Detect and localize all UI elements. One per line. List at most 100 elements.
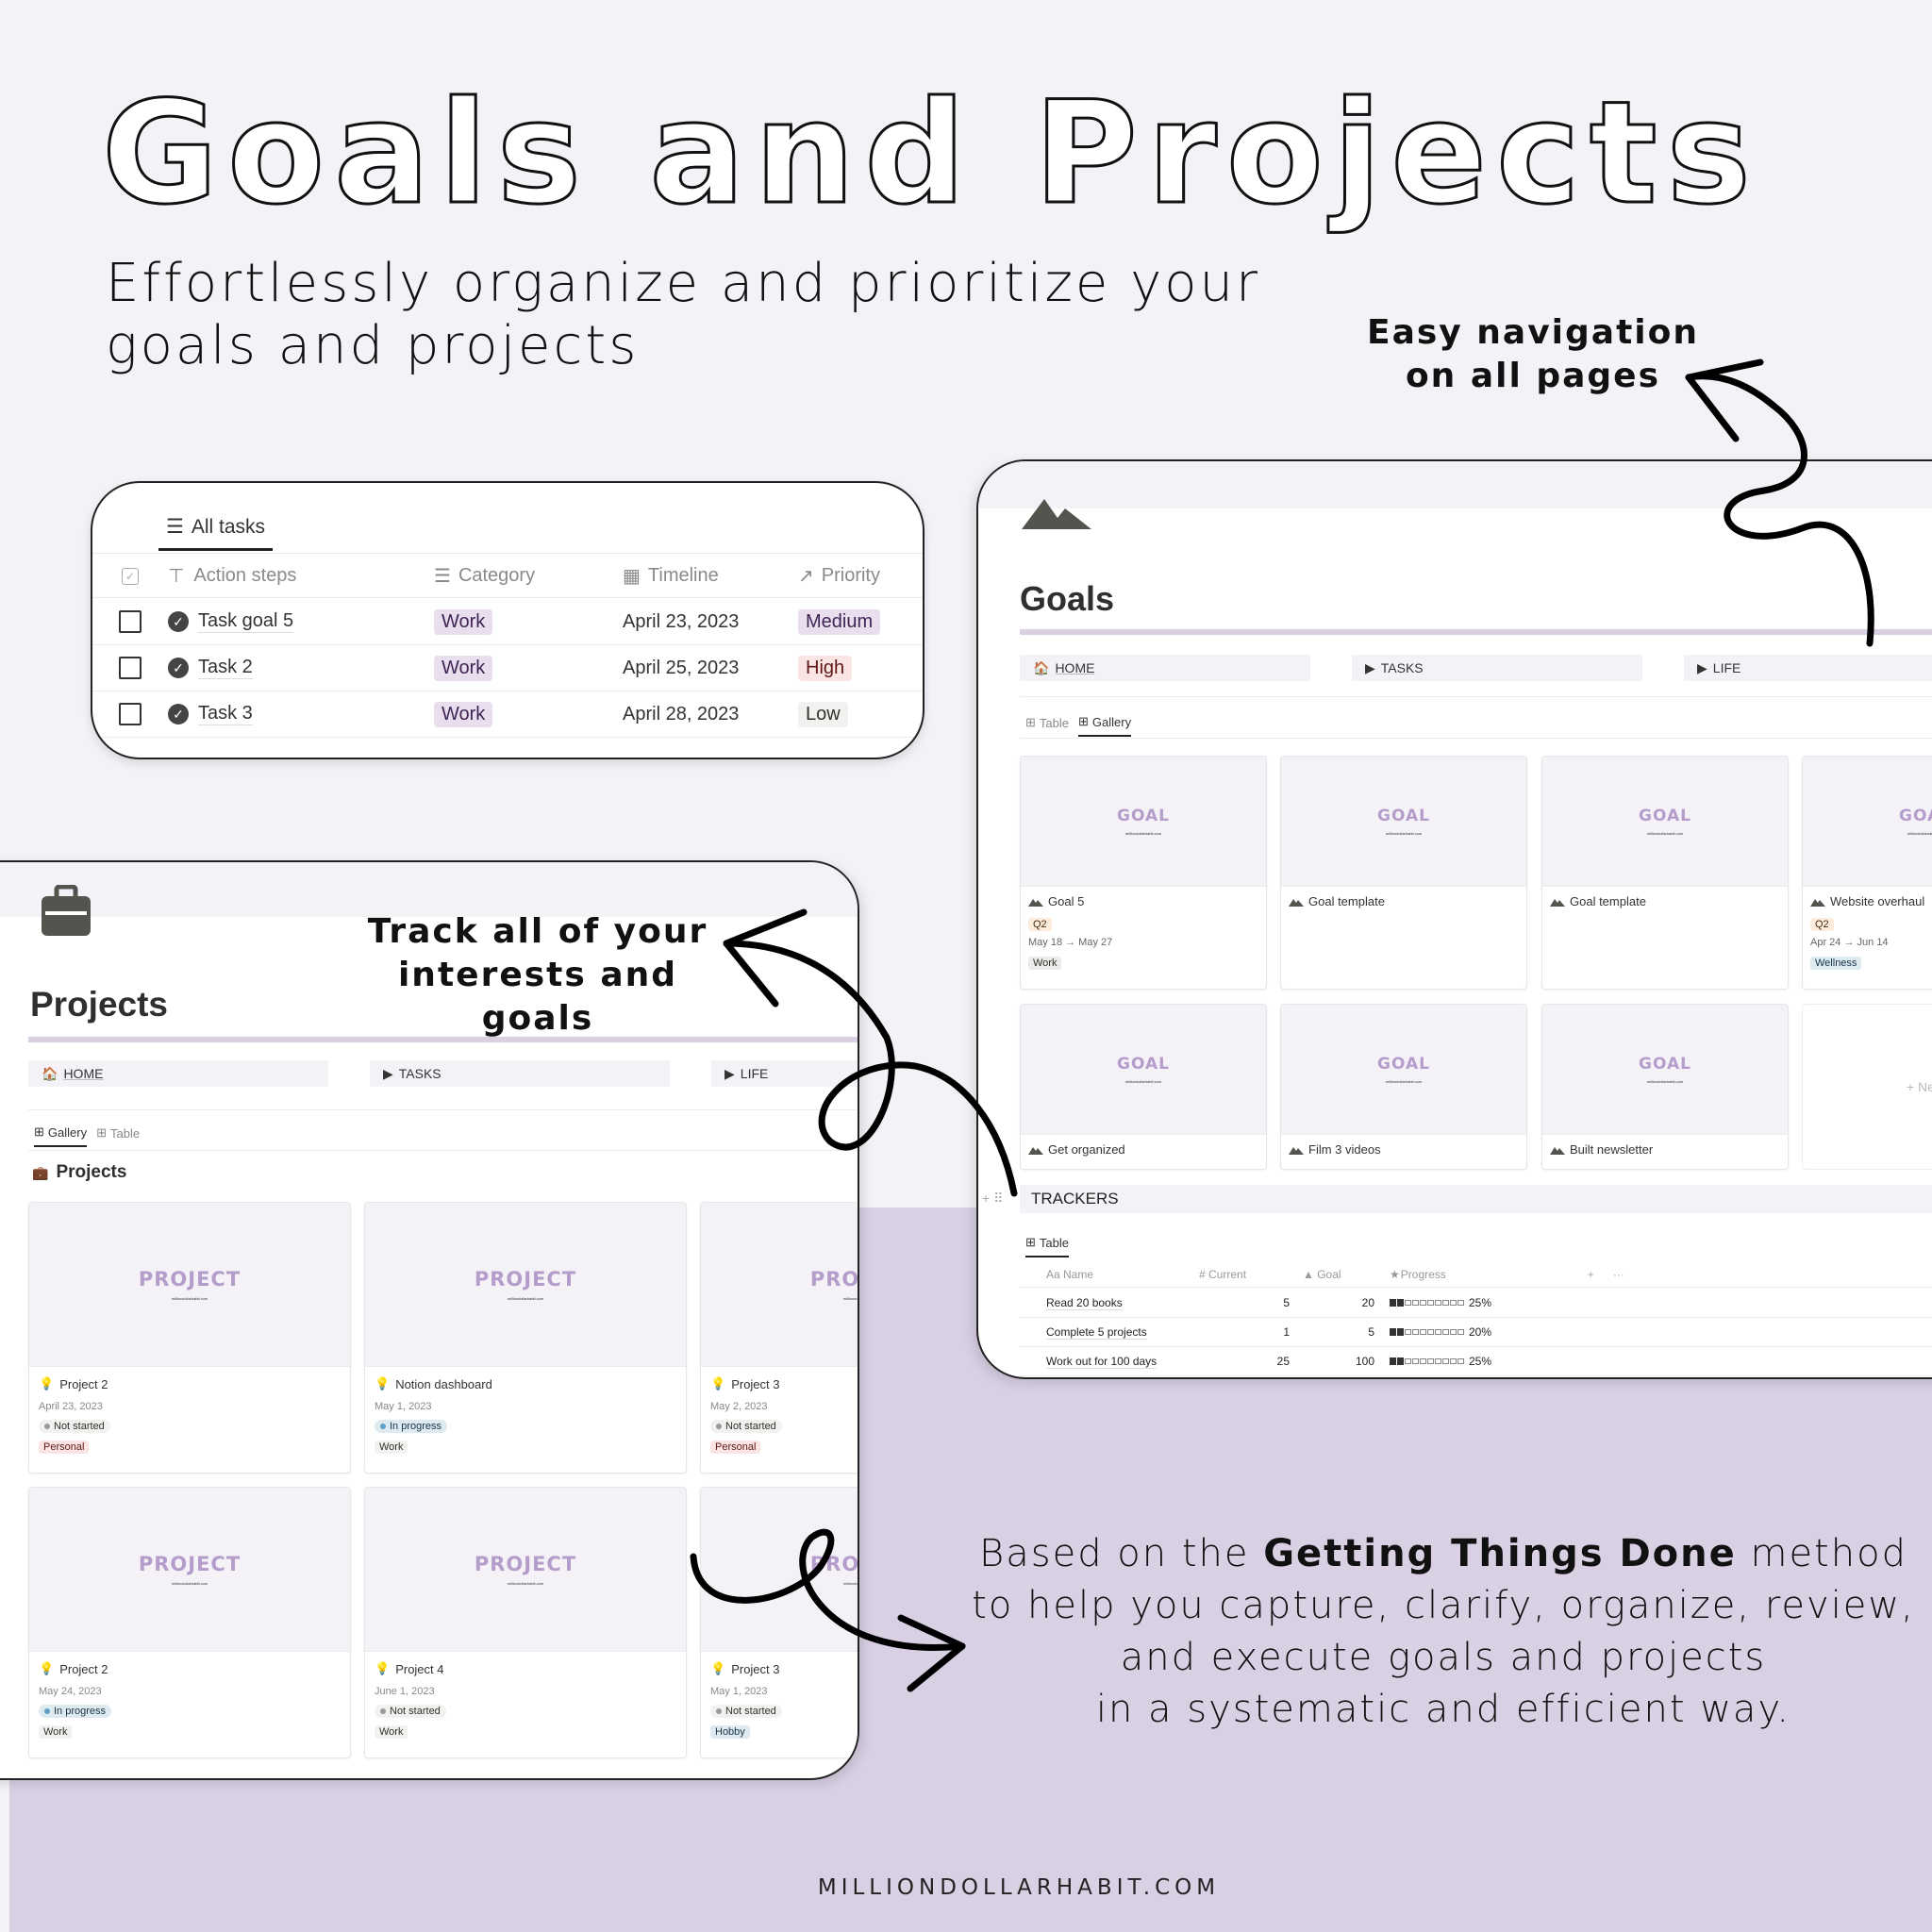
add-column-icon[interactable]: + xyxy=(1588,1268,1594,1281)
section-label: Projects xyxy=(56,1162,127,1182)
current-value: 5 xyxy=(1283,1296,1290,1309)
track-callout: Track all of your interests and goals xyxy=(340,910,736,1041)
column-category[interactable]: ☰ Category xyxy=(434,564,623,588)
card-cover: PROJECT milliondollarhabit.com xyxy=(701,1203,858,1367)
table-row[interactable]: Read 20 books 5 20 25% xyxy=(1020,1289,1932,1318)
house-icon: 🏠 xyxy=(1033,659,1050,675)
table-row[interactable]: ✓ Task goal 5 Work April 23, 2023 Medium xyxy=(92,599,923,645)
task-name[interactable]: Task 3 xyxy=(198,703,253,725)
nav-life-toggle[interactable]: ▶ LIFE xyxy=(1684,655,1932,681)
goal-card[interactable]: GOAL milliondollarhabit.com Goal template xyxy=(1541,756,1789,990)
cover-word: GOAL xyxy=(1899,807,1932,825)
tab-gallery[interactable]: ⊞ Gallery xyxy=(1077,714,1132,737)
project-card[interactable]: PROJECT milliondollarhabit.com 💡 Project 2 M… xyxy=(28,1487,351,1758)
column-progress[interactable]: ★ Progress xyxy=(1378,1268,1446,1281)
status-label: Not started xyxy=(725,1421,776,1432)
nav-home-button[interactable]: 🏠 HOME xyxy=(28,1060,328,1087)
new-goal-button[interactable]: + New xyxy=(1802,1004,1932,1170)
gallery-icon: ⊞ xyxy=(1077,714,1089,728)
goal-card[interactable]: GOAL milliondollarhabit.com Website overh… xyxy=(1802,756,1932,990)
status-label: In progress xyxy=(54,1706,107,1717)
column-timeline[interactable]: ▦ Timeline xyxy=(623,564,798,588)
goals-panel: Goals 🏠 HOME ▶ TASKS ▶ LIFE ⊞ Table ⊞ Gall… xyxy=(976,459,1932,1379)
mountain-icon xyxy=(1028,1146,1043,1155)
table-row[interactable]: ✓ Task 3 Work April 28, 2023 Low xyxy=(92,691,923,738)
more-icon[interactable]: ··· xyxy=(1613,1268,1624,1281)
tab-table[interactable]: ⊞ Table xyxy=(1025,714,1069,737)
gtd-text: and execute goals and projects xyxy=(1120,1636,1767,1679)
task-name[interactable]: Task goal 5 xyxy=(198,610,294,633)
page-cover xyxy=(0,862,858,917)
project-card[interactable]: PROJECT milliondollarhabit.com 💡 Project 3 M… xyxy=(700,1487,858,1758)
task-checkbox[interactable] xyxy=(119,703,142,725)
card-cover: GOAL milliondollarhabit.com xyxy=(1281,757,1526,887)
column-name[interactable]: Aa Name xyxy=(1020,1268,1190,1281)
category-tag: Personal xyxy=(710,1441,761,1454)
tab-all-tasks[interactable]: ☰ All tasks xyxy=(158,511,274,551)
progress-square xyxy=(1397,1357,1404,1365)
project-card[interactable]: PROJECT milliondollarhabit.com 💡 Project 3 M… xyxy=(700,1202,858,1474)
gtd-description: Based on the Getting Things Done method … xyxy=(972,1528,1915,1736)
nav-tasks-toggle[interactable]: ▶ TASKS xyxy=(370,1060,670,1087)
progress-square xyxy=(1450,1329,1457,1335)
tab-label: Gallery xyxy=(1091,714,1132,729)
column-goal[interactable]: ▲ Goal xyxy=(1293,1268,1378,1281)
block-drag-handle[interactable]: + ⠿ xyxy=(982,1191,1003,1207)
column-action-steps[interactable]: ⊤ Action steps xyxy=(168,564,434,588)
lightbulb-icon: 💡 xyxy=(710,1661,726,1675)
nav-tasks-toggle[interactable]: ▶ TASKS xyxy=(1352,655,1642,681)
progress-square xyxy=(1420,1300,1426,1306)
cover-url: milliondollarhabit.com xyxy=(1385,831,1423,836)
project-card[interactable]: PROJECT milliondollarhabit.com 💡 Project 2 A… xyxy=(28,1202,351,1474)
tracker-name[interactable]: Complete 5 projects xyxy=(1046,1325,1147,1340)
tracker-name[interactable]: Work out for 100 days xyxy=(1046,1355,1158,1369)
category-tag: Work xyxy=(434,608,493,635)
card-cover: GOAL milliondollarhabit.com xyxy=(1281,1005,1526,1135)
goal-card[interactable]: GOAL milliondollarhabit.com Get organized xyxy=(1020,1004,1267,1170)
progress-square xyxy=(1442,1358,1449,1364)
footer-url: MILLIONDOLLARHABIT.COM xyxy=(817,1875,1221,1900)
divider xyxy=(92,553,923,554)
cover-url: milliondollarhabit.com xyxy=(171,1581,208,1586)
goal-card[interactable]: GOAL milliondollarhabit.com Built newslet… xyxy=(1541,1004,1789,1170)
column-current[interactable]: # Current xyxy=(1190,1268,1293,1281)
hero-subtitle: Effortlessly organize and prioritize you… xyxy=(106,253,1261,376)
trackers-heading[interactable]: TRACKERS xyxy=(1020,1185,1932,1213)
list-icon: ☰ xyxy=(166,516,184,538)
nav-life-toggle[interactable]: ▶ LIFE xyxy=(711,1060,858,1087)
tab-label: Table xyxy=(1039,715,1069,730)
table-row[interactable]: ✓ Task 2 Work April 25, 2023 High xyxy=(92,645,923,691)
arrow-up-right-icon: ↗ xyxy=(798,566,814,587)
card-date: May 2, 2023 xyxy=(710,1401,768,1412)
goal-value: 100 xyxy=(1355,1355,1374,1368)
tab-table[interactable]: ⊞ Table xyxy=(1025,1235,1069,1257)
cover-url: milliondollarhabit.com xyxy=(1646,1079,1684,1084)
card-cover: PROJECT milliondollarhabit.com xyxy=(365,1488,686,1652)
column-label: Current xyxy=(1208,1267,1247,1281)
goal-card[interactable]: GOAL milliondollarhabit.com Goal template xyxy=(1280,756,1527,990)
tab-gallery[interactable]: ⊞ Gallery xyxy=(34,1124,88,1147)
gtd-bold-text: Getting Things Done xyxy=(1263,1532,1737,1575)
task-checkbox[interactable] xyxy=(119,610,142,633)
task-checkbox[interactable] xyxy=(119,657,142,679)
tab-table[interactable]: ⊞ Table xyxy=(96,1124,140,1147)
table-row[interactable]: Work out for 100 days 25 100 25% xyxy=(1020,1347,1932,1376)
nav-home-button[interactable]: 🏠 HOME xyxy=(1020,655,1310,681)
cover-url: milliondollarhabit.com xyxy=(1124,831,1162,836)
goal-card[interactable]: GOAL milliondollarhabit.com Film 3 videos xyxy=(1280,1004,1527,1170)
table-row[interactable]: Complete 5 projects 1 5 20% xyxy=(1020,1318,1932,1347)
task-name[interactable]: Task 2 xyxy=(198,657,253,679)
goal-card[interactable]: GOAL milliondollarhabit.com Goal 5 Q2 May… xyxy=(1020,756,1267,990)
project-card[interactable]: PROJECT milliondollarhabit.com 💡 Notion das… xyxy=(364,1202,687,1474)
gtd-text: Based on the xyxy=(979,1532,1264,1575)
lightbulb-icon: 💡 xyxy=(375,1376,391,1391)
cover-url: milliondollarhabit.com xyxy=(507,1581,544,1586)
card-cover: GOAL milliondollarhabit.com xyxy=(1803,757,1932,887)
tasks-panel: ☰ All tasks ✓ ⊤ Action steps ☰ Category … xyxy=(91,481,924,759)
card-title: Project 4 xyxy=(395,1661,444,1676)
column-priority[interactable]: ↗ Priority xyxy=(798,564,880,588)
current-value: 1 xyxy=(1283,1325,1290,1339)
category-tag: Work xyxy=(434,701,493,727)
tracker-name[interactable]: Read 20 books xyxy=(1046,1296,1123,1310)
project-card[interactable]: PROJECT milliondollarhabit.com 💡 Project 4 J… xyxy=(364,1487,687,1758)
